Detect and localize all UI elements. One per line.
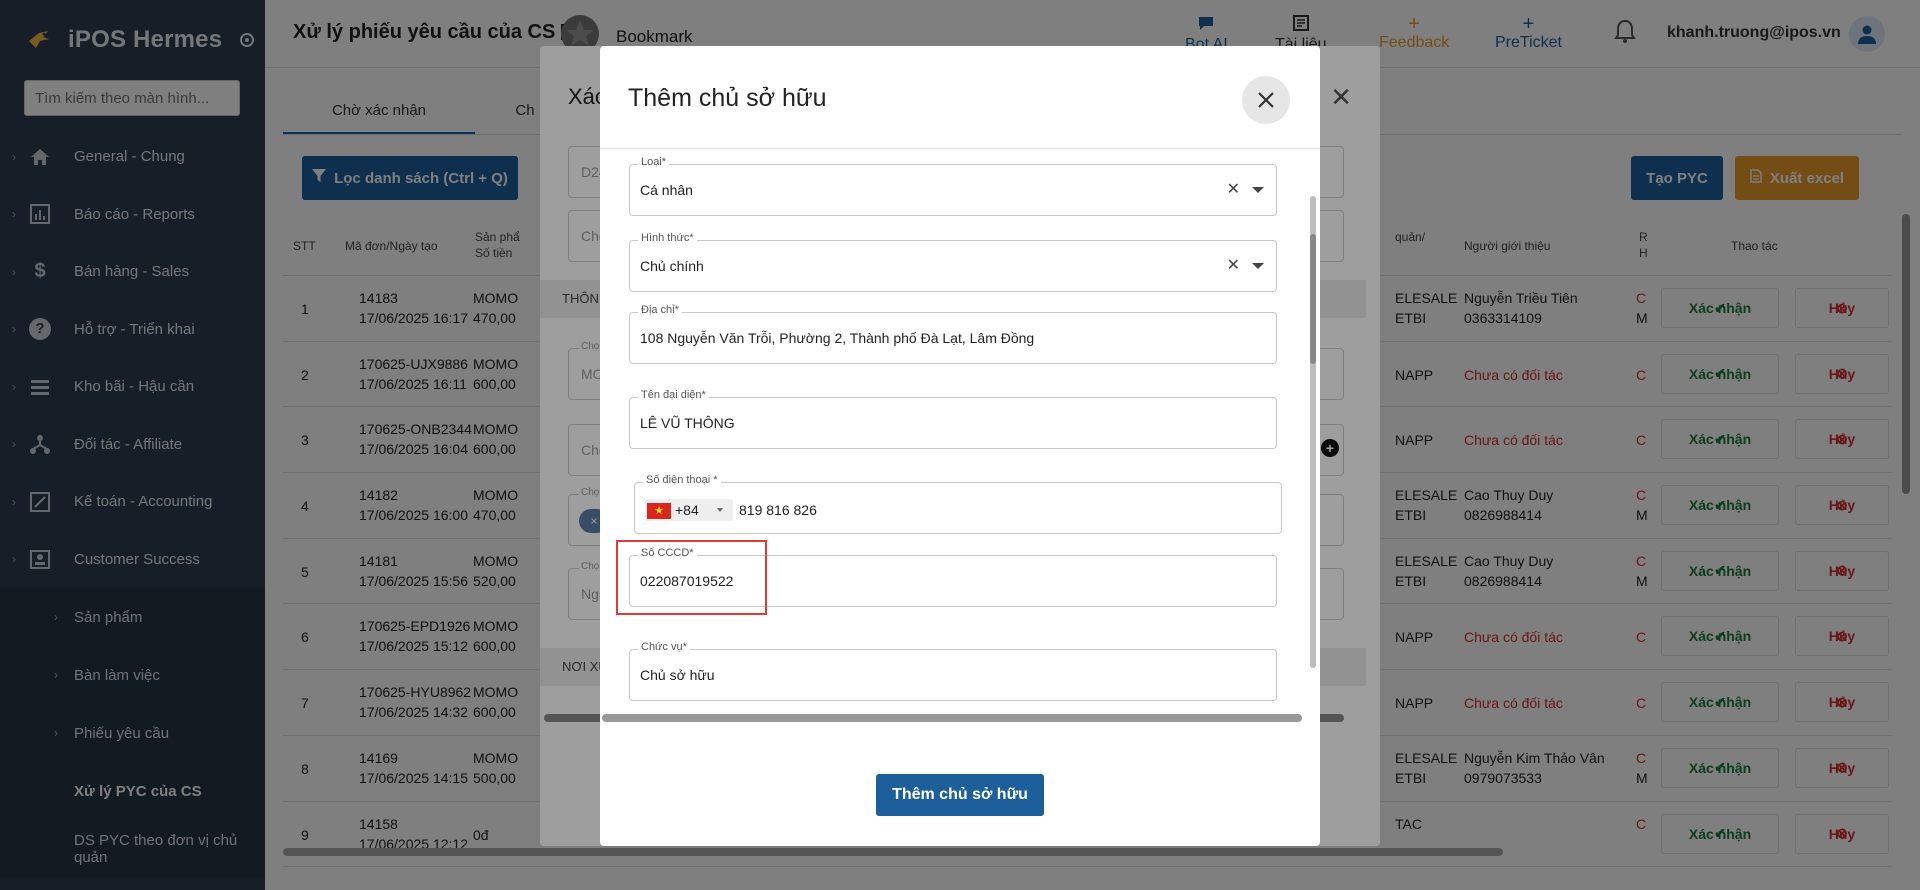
add-owner-modal: Thêm chủ sở hữu Loại* Cá nhân ✕ Hình thứ…	[600, 46, 1320, 846]
field-label: Loại*	[638, 156, 670, 168]
owner-type-select[interactable]: Loại* Cá nhân ✕	[629, 156, 1277, 216]
field-value: 819 816 826	[739, 502, 817, 518]
vietnam-flag-icon: ★	[647, 503, 671, 519]
field-label: Hình thức*	[638, 232, 697, 244]
chevron-down-icon[interactable]	[717, 508, 723, 512]
field-label: Tên đại diện*	[638, 389, 709, 401]
position-input[interactable]: Chức vụ* Chủ sở hữu	[629, 641, 1277, 701]
cccd-highlight-box	[616, 540, 767, 615]
clear-icon[interactable]: ✕	[1227, 255, 1240, 275]
modal-horizontal-scrollbar[interactable]	[602, 714, 1302, 722]
modal-scroll-thumb[interactable]	[1310, 234, 1316, 364]
owner-form-select[interactable]: Hình thức* Chủ chính ✕	[629, 232, 1277, 292]
address-input[interactable]: Địa chỉ* 108 Nguyễn Văn Trỗi, Phường 2, …	[629, 304, 1277, 364]
field-label: Địa chỉ*	[638, 304, 682, 316]
dial-code: +84	[675, 502, 699, 518]
representative-name-input[interactable]: Tên đại diện* LÊ VŨ THÔNG	[629, 389, 1277, 449]
close-icon[interactable]	[1242, 76, 1290, 124]
field-label: Số điện thoại *	[643, 474, 721, 486]
add-owner-submit-button[interactable]: Thêm chủ sở hữu	[876, 774, 1044, 816]
clear-icon[interactable]: ✕	[1227, 179, 1240, 199]
modal-divider	[600, 148, 1320, 149]
phone-input[interactable]: Số điện thoại * ★ +84 819 816 826	[634, 474, 1282, 534]
field-value: Chủ chính	[640, 258, 704, 274]
field-label: Chức vụ*	[638, 641, 690, 653]
chevron-down-icon[interactable]	[1252, 263, 1264, 269]
field-value: Chủ sở hữu	[640, 667, 715, 683]
field-value: 108 Nguyễn Văn Trỗi, Phường 2, Thành phố…	[640, 330, 1035, 346]
field-value: LÊ VŨ THÔNG	[640, 415, 735, 431]
chevron-down-icon[interactable]	[1252, 187, 1264, 193]
add-owner-modal-title: Thêm chủ sở hữu	[628, 84, 827, 112]
field-value: Cá nhân	[640, 182, 693, 198]
